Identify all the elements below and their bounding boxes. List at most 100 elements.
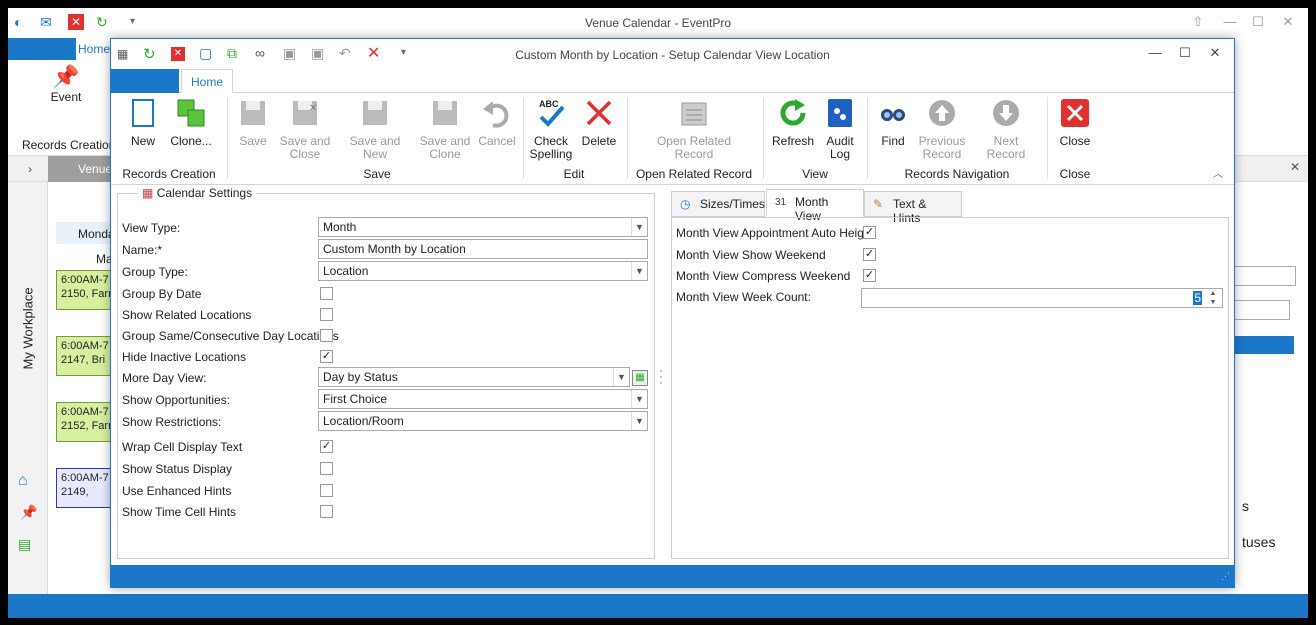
chevron-down-icon[interactable]: ▼: [631, 218, 647, 236]
settings-tabs: ◷ Sizes/Times 31 Month View ✎ Text & Hin…: [671, 189, 1231, 225]
time-cell-hints-label: Show Time Cell Hints: [122, 505, 237, 519]
tab-sizes-times[interactable]: ◷ Sizes/Times: [671, 191, 765, 217]
cancel-button[interactable]: Cancel: [477, 97, 517, 148]
event-1-line2: 2150, Farm: [61, 288, 116, 300]
more-day-value: Day by Status: [323, 370, 398, 384]
week-count-value[interactable]: 5: [1193, 291, 1202, 305]
calendar-settings-group: ▦ Calendar Settings View Type: Month ▼ Na…: [117, 186, 655, 559]
setup-dialog: ▦ ↻ ✕ ▢ ⧉ ∞ ▣ ▣ ↶ ✕ ▾ Custom Month by Lo…: [110, 38, 1235, 588]
chevron-down-icon[interactable]: ▼: [631, 412, 647, 430]
tab-month-view[interactable]: 31 Month View: [766, 189, 864, 223]
close-button[interactable]: ✕: [1278, 14, 1298, 32]
group-by-date-label: Group By Date: [122, 287, 202, 301]
collapse-ribbon-icon[interactable]: ︿: [1213, 165, 1223, 180]
enhanced-hints-checkbox[interactable]: [320, 484, 333, 497]
dialog-minimize-button[interactable]: —: [1145, 45, 1165, 63]
show-restrictions-value: Location/Room: [323, 414, 404, 428]
list-icon[interactable]: ▤: [18, 536, 31, 553]
clone-button[interactable]: Clone...: [169, 97, 213, 148]
save-and-close-button[interactable]: ✕ Save and Close: [277, 97, 333, 161]
open-related-group: Open Related Record: [635, 167, 753, 181]
resize-grip-icon[interactable]: ⋰: [1221, 571, 1230, 582]
delete-button[interactable]: Delete: [579, 97, 619, 148]
new-button[interactable]: New: [125, 97, 161, 148]
main-window-title: Venue Calendar - EventPro: [584, 16, 732, 30]
maximize-button[interactable]: ☐: [1248, 14, 1268, 32]
right-panel-background: s tuses: [1234, 182, 1308, 594]
event-2-line2: 2147, Bri: [61, 354, 106, 366]
chevron-down-icon[interactable]: ▼: [631, 262, 647, 280]
calendar-picker-icon[interactable]: ▦: [632, 370, 648, 386]
audit-log-button[interactable]: Audit Log: [821, 97, 859, 161]
group-type-select[interactable]: Location ▼: [318, 261, 648, 281]
calendar-event-3[interactable]: 6:00AM-7 2152, Farm: [56, 402, 116, 442]
expand-chevron-icon[interactable]: ›: [28, 162, 32, 176]
splitter-handle-icon[interactable]: · · ·: [659, 364, 663, 388]
compress-weekend-checkbox[interactable]: ✓: [863, 269, 876, 282]
save-label: Save: [239, 134, 267, 148]
show-status-checkbox[interactable]: [320, 462, 333, 475]
dialog-app-menu-button[interactable]: [111, 69, 179, 93]
right-dropdown[interactable]: [1234, 266, 1296, 286]
venue-tab[interactable]: Venue: [48, 156, 118, 182]
event-button[interactable]: 📌 Event: [48, 64, 84, 104]
main-home-tab[interactable]: Home: [78, 42, 110, 56]
view-type-select[interactable]: Month ▼: [318, 217, 648, 237]
chevron-down-icon[interactable]: ▼: [631, 390, 647, 408]
wrap-cell-checkbox[interactable]: ✓: [320, 440, 333, 453]
save-and-new-button[interactable]: Save and New: [339, 97, 411, 161]
delete-ribbon-icon: [586, 100, 612, 126]
dialog-home-tab[interactable]: Home: [181, 69, 233, 94]
dialog-ribbon-tabs: Home: [111, 69, 1234, 94]
check-spelling-button[interactable]: ABC Check Spelling: [529, 97, 573, 161]
spinner-arrows-icon[interactable]: ▲ ▼: [1206, 289, 1220, 307]
close-ribbon-button[interactable]: Close: [1057, 97, 1093, 148]
dialog-close-button[interactable]: ✕: [1205, 45, 1225, 63]
right-selected-row[interactable]: [1234, 336, 1294, 354]
records-creation-group: Records Creation: [122, 167, 216, 181]
chevron-down-icon[interactable]: ▼: [613, 368, 629, 386]
open-related-record-button[interactable]: Open Related Record: [651, 97, 737, 161]
show-related-checkbox[interactable]: [320, 308, 333, 321]
next-label: Next Record: [986, 134, 1026, 161]
find-button[interactable]: Find: [875, 97, 911, 148]
refresh-ribbon-icon: [780, 99, 806, 126]
name-input[interactable]: Custom Month by Location: [318, 239, 648, 259]
view-group: View: [802, 167, 828, 181]
save-and-clone-button[interactable]: Save and Clone: [417, 97, 473, 161]
group-same-checkbox[interactable]: [320, 329, 333, 342]
show-opportunities-select[interactable]: First Choice ▼: [318, 389, 648, 409]
my-workplace-label[interactable]: My Workplace: [21, 270, 36, 369]
next-record-button[interactable]: Next Record: [973, 97, 1039, 161]
show-opportunities-label: Show Opportunities:: [122, 393, 231, 407]
restore-up-icon[interactable]: ⇧: [1188, 14, 1208, 32]
hide-inactive-checkbox[interactable]: ✓: [320, 350, 333, 363]
previous-record-button[interactable]: Previous Record: [917, 97, 967, 161]
tab-text-hints[interactable]: ✎ Text & Hints: [864, 191, 962, 225]
close-group: Close: [1059, 167, 1091, 181]
more-day-select[interactable]: Day by Status ▼: [318, 367, 630, 387]
close-tab-icon[interactable]: ✕: [1290, 160, 1300, 174]
pin-sidebar-icon[interactable]: 📌: [20, 504, 37, 521]
save-button[interactable]: Save: [235, 97, 271, 148]
group-by-date-checkbox[interactable]: [320, 287, 333, 300]
calendar-event-2[interactable]: 6:00AM-7 2147, Bri: [56, 336, 116, 376]
week-count-spinner[interactable]: 5 ▲ ▼: [861, 288, 1223, 308]
calendar-event-1[interactable]: 6:00AM-7 2150, Farm: [56, 270, 116, 310]
show-weekend-checkbox[interactable]: ✓: [863, 248, 876, 261]
home-icon[interactable]: ⌂: [18, 472, 28, 490]
dialog-maximize-button[interactable]: ☐: [1175, 45, 1195, 63]
auto-height-checkbox[interactable]: ✓: [863, 226, 876, 239]
event-4-line1: 6:00AM-7: [61, 472, 109, 484]
time-cell-hints-checkbox[interactable]: [320, 505, 333, 518]
refresh-button[interactable]: Refresh: [769, 97, 817, 148]
view-type-label: View Type:: [122, 221, 181, 235]
clone-label: Clone...: [170, 134, 212, 148]
main-app-menu-button[interactable]: [8, 38, 76, 60]
binoculars-icon: [881, 109, 905, 121]
calendar-event-4[interactable]: 6:00AM-7 2149,: [56, 468, 116, 508]
event-1-line1: 6:00AM-7: [61, 274, 109, 286]
show-restrictions-select[interactable]: Location/Room ▼: [318, 411, 648, 431]
right-input[interactable]: [1234, 300, 1290, 320]
minimize-button[interactable]: —: [1220, 14, 1240, 32]
